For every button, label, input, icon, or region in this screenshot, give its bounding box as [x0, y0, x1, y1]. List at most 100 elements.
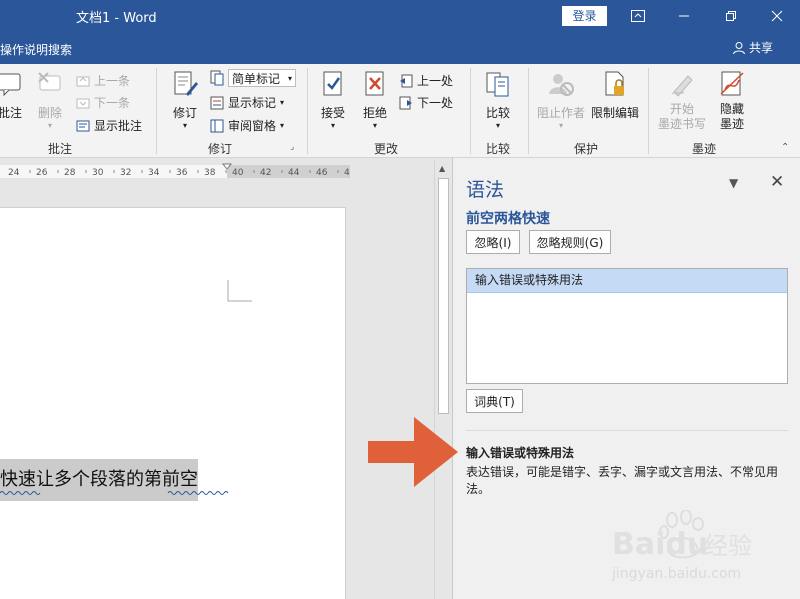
- ruler-tick-label: 34: [148, 168, 160, 178]
- new-comment-label: 批注: [0, 106, 22, 120]
- chevron-down-icon: ▾: [280, 121, 285, 130]
- title-bar: 文档1 - Word 登录: [0, 0, 800, 32]
- track-changes-icon: [174, 71, 198, 96]
- restrict-editing-button[interactable]: 限制编辑: [589, 70, 641, 121]
- chevron-down-icon: ▾: [47, 121, 52, 130]
- hide-ink-label-1: 隐藏: [719, 102, 744, 116]
- previous-change-button[interactable]: 上一处: [399, 72, 453, 89]
- show-markup-button[interactable]: 显示标记 ▾: [210, 94, 284, 111]
- new-comment-button[interactable]: 批注: [0, 70, 28, 121]
- previous-comment-label: 上一条: [94, 74, 131, 88]
- close-icon: [771, 10, 783, 22]
- chevron-down-icon: ▾: [280, 98, 285, 107]
- ribbon-display-options-button[interactable]: [615, 0, 661, 32]
- tell-me-search[interactable]: 操作说明搜索: [0, 41, 72, 58]
- minimize-button[interactable]: [661, 0, 707, 32]
- pane-divider: [466, 430, 788, 431]
- chevron-down-icon: ▼: [729, 176, 739, 190]
- close-window-button[interactable]: [754, 0, 800, 32]
- show-comments-button[interactable]: 显示批注: [76, 117, 142, 134]
- ruler-tick-label: 38: [204, 168, 216, 178]
- ignore-rule-button[interactable]: 忽略规则(G): [529, 230, 611, 254]
- start-inking-label-1: 开始: [669, 102, 694, 116]
- group-label-compare: 比较: [485, 142, 510, 156]
- delete-label: 删除: [37, 106, 62, 120]
- ribbon-separator: [470, 68, 471, 154]
- ruler-tick-label: 42: [260, 168, 271, 178]
- reject-label: 拒绝: [362, 106, 387, 120]
- markup-select[interactable]: 简单标记 ▾: [210, 69, 297, 87]
- person-icon: [733, 41, 745, 54]
- dialog-launcher-icon: ⌟: [290, 142, 295, 152]
- watermark-sub: 经验: [704, 532, 752, 560]
- ignore-button[interactable]: 忽略(I): [466, 230, 520, 254]
- suggestion-item[interactable]: 输入错误或特殊用法: [467, 269, 787, 293]
- accept-icon: [323, 71, 342, 96]
- tracking-options-launcher[interactable]: ⌟: [290, 142, 294, 152]
- vertical-scrollbar[interactable]: ▲: [434, 160, 451, 599]
- dictionary-button[interactable]: 词典(T): [466, 389, 523, 413]
- document-selected-text[interactable]: 快速让多个段落的第前空: [0, 459, 229, 501]
- delete-comment-button[interactable]: 删除 ▾: [32, 70, 68, 130]
- hide-ink-label-2: 墨迹: [719, 117, 744, 131]
- start-inking-button[interactable]: 开始 墨迹书写: [654, 70, 710, 132]
- ruler-tick-label: 26: [36, 168, 48, 178]
- scrollbar-thumb[interactable]: [438, 178, 449, 414]
- scroll-up-icon[interactable]: ▲: [439, 164, 445, 173]
- show-comments-label: 显示批注: [94, 119, 143, 133]
- grammar-underline: [0, 491, 229, 495]
- next-change-button[interactable]: 下一处: [399, 94, 453, 111]
- window-title: 文档1 - Word: [76, 11, 157, 26]
- previous-change-icon: [400, 74, 413, 87]
- document-page[interactable]: [0, 207, 346, 599]
- pane-options-button[interactable]: ▼: [729, 176, 738, 190]
- track-label: 修订: [172, 106, 197, 120]
- show-comments-icon: [76, 120, 90, 131]
- next-comment-button[interactable]: 下一条: [76, 94, 130, 111]
- restore-button[interactable]: [708, 0, 754, 32]
- explanation-title: 输入错误或特殊用法: [466, 446, 575, 460]
- review-pane-button[interactable]: 审阅窗格 ▾: [210, 117, 284, 134]
- suggestion-list[interactable]: 输入错误或特殊用法: [466, 268, 788, 384]
- group-label-ink: 墨迹: [691, 142, 716, 156]
- block-authors-button[interactable]: 阻止作者 ▾: [534, 70, 588, 130]
- ribbon-display-icon: [631, 10, 645, 22]
- ribbon-review-tab: 批注 删除 ▾ 上一条 下一条 显示批注 批注 修订 ▾ 简单标记 ▾ 显示标记…: [0, 64, 800, 158]
- watermark-brand: Baidu: [612, 527, 708, 562]
- restore-icon: [726, 11, 736, 21]
- start-inking-label-2: 墨迹书写: [657, 117, 706, 131]
- accept-label: 接受: [320, 106, 345, 120]
- minimize-icon: [679, 15, 689, 17]
- explanation-text: 表达错误，可能是错字、丢字、漏字或文言用法、不常见用法。: [466, 465, 779, 496]
- login-button[interactable]: 登录: [562, 6, 607, 26]
- pane-close-button[interactable]: ✕: [770, 172, 784, 192]
- track-changes-button[interactable]: 修订 ▾: [166, 70, 204, 130]
- watermark-url: jingyan.baidu.com: [611, 566, 741, 582]
- accept-button[interactable]: 接受 ▾: [314, 70, 352, 130]
- share-button[interactable]: 共享: [732, 39, 773, 56]
- chevron-down-icon: ▾: [330, 121, 335, 130]
- ruler-ticks: 24 26 28 30 32 34 36 38 40 42 44 46 48: [0, 163, 350, 178]
- margin-corner-mark: [227, 280, 252, 302]
- hide-ink-button[interactable]: 隐藏 墨迹: [711, 70, 753, 132]
- next-comment-label: 下一条: [94, 96, 131, 110]
- group-label-tracking: 修订: [207, 142, 232, 156]
- horizontal-ruler[interactable]: 24 26 28 30 32 34 36 38 40 42 44 46 48: [0, 163, 350, 179]
- chevron-up-icon: ⌃: [781, 142, 790, 153]
- collapse-ribbon-button[interactable]: ⌃: [781, 142, 789, 153]
- group-label-comments: 批注: [47, 142, 72, 156]
- chevron-down-icon: ▾: [558, 121, 563, 130]
- show-markup-icon: [210, 96, 224, 109]
- restrict-editing-label: 限制编辑: [590, 106, 639, 120]
- delete-comment-icon: [38, 72, 61, 91]
- markup-combo[interactable]: 简单标记 ▾: [228, 69, 297, 87]
- compare-button[interactable]: 比较 ▾: [478, 70, 518, 130]
- comment-icon: [0, 73, 21, 97]
- document-area: 快速让多个段落的第前空: [0, 158, 452, 599]
- reject-button[interactable]: 拒绝 ▾: [356, 70, 394, 130]
- review-pane-icon: [210, 119, 224, 132]
- lock-document-icon: [605, 71, 624, 96]
- previous-comment-button[interactable]: 上一条: [76, 72, 130, 89]
- chevron-down-icon: ▾: [495, 121, 500, 130]
- ruler-tick-label: 40: [232, 168, 244, 178]
